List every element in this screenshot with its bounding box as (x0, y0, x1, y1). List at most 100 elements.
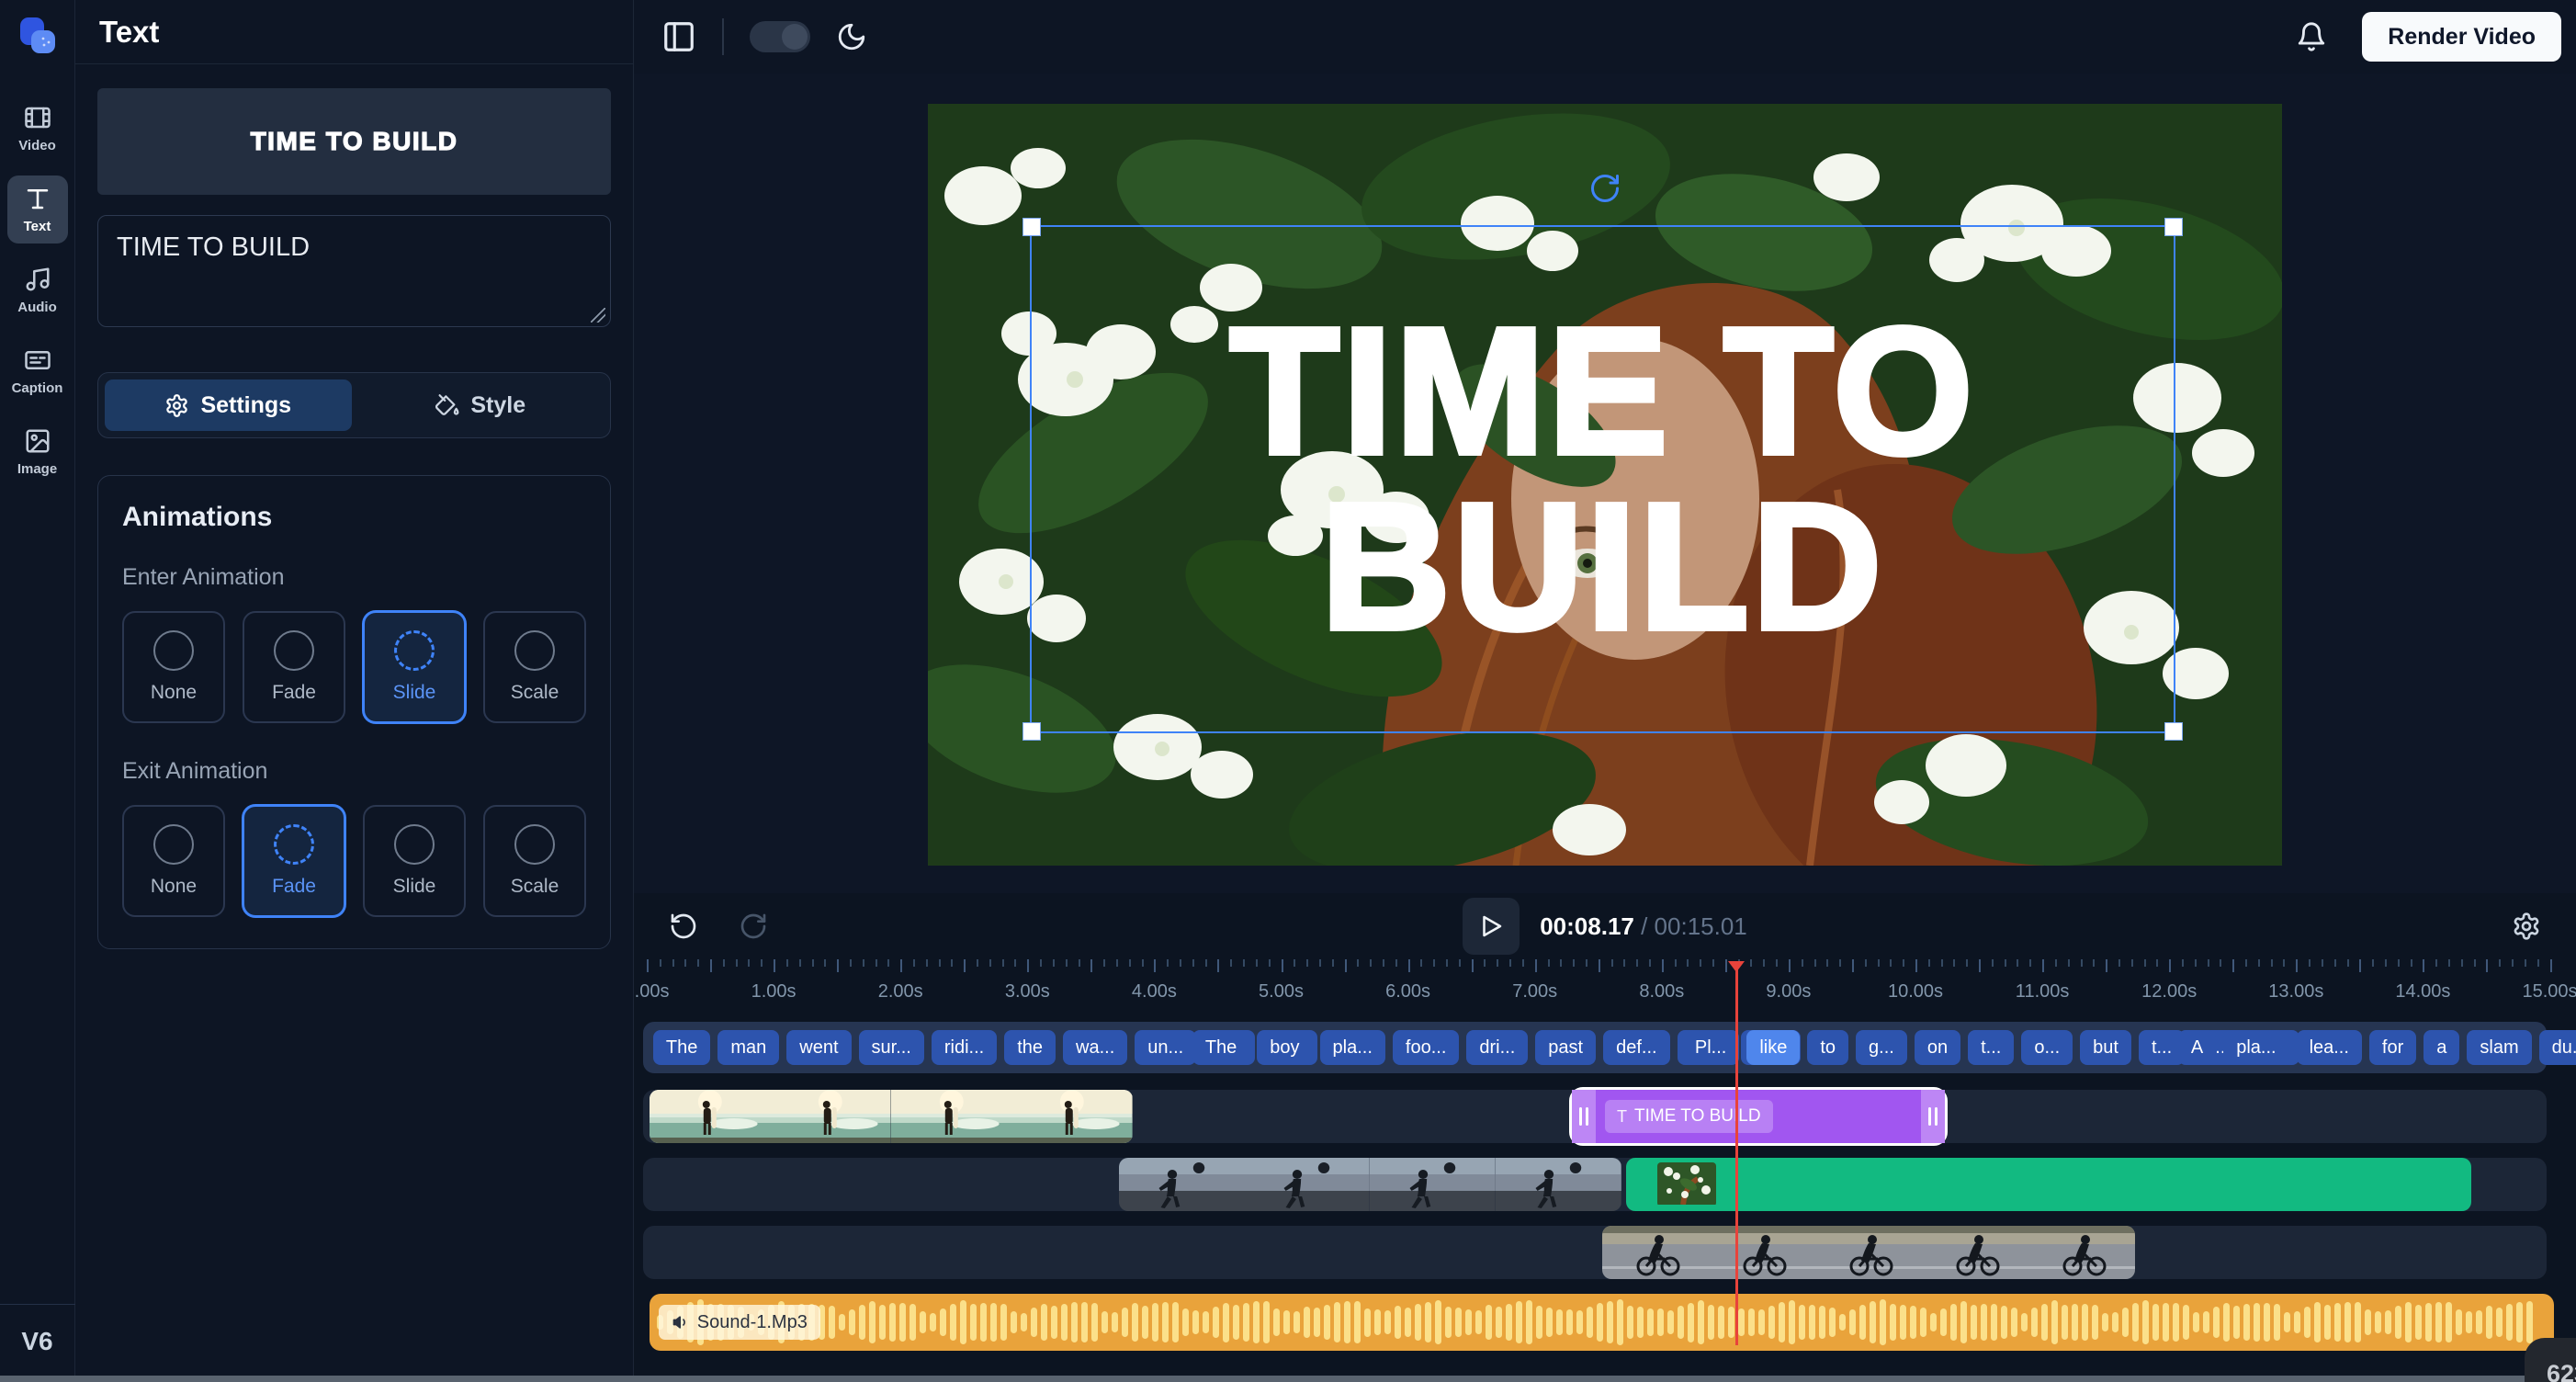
animation-option-scale[interactable]: Scale (483, 805, 586, 917)
tab-style[interactable]: Style (357, 379, 604, 431)
ruler-tick (1154, 959, 1156, 972)
caption-word-chip[interactable]: def... (1603, 1030, 1669, 1065)
video-clip-bike[interactable] (1602, 1226, 2135, 1279)
ruler-tick (1395, 959, 1397, 967)
caption-word-chip[interactable]: to (1807, 1030, 1848, 1065)
clip-thumbnail (1709, 1226, 1815, 1279)
ruler-tick (2106, 959, 2107, 972)
caption-word-chip[interactable]: for (2369, 1030, 2416, 1065)
ruler-tick (2411, 959, 2412, 967)
canvas-text-element[interactable]: TIME TO BUILD (1030, 225, 2175, 733)
play-button[interactable] (1463, 898, 1520, 955)
caption-word-chip[interactable]: foo... (1393, 1030, 1459, 1065)
ruler-tick (1269, 959, 1271, 967)
ruler-label: 13.00s (2268, 981, 2323, 1003)
caption-word-chip[interactable]: The (1192, 1030, 1249, 1065)
sidebar-item-audio[interactable]: Audio (7, 256, 68, 324)
ruler-tick (1560, 959, 1562, 967)
caption-word-chip[interactable]: A (2178, 1030, 2216, 1065)
ruler-tick (1992, 959, 1994, 967)
undo-icon[interactable] (669, 912, 698, 941)
ruler-tick (2081, 959, 2083, 967)
timeline-settings-gear-icon[interactable] (2512, 912, 2541, 941)
sidebar-item-video[interactable]: Video (7, 95, 68, 163)
caption-word-chip[interactable]: on (1915, 1030, 1960, 1065)
caption-word-chip[interactable]: pla... (2223, 1030, 2288, 1065)
caption-word-chip[interactable]: a (2423, 1030, 2459, 1065)
caption-word-chip[interactable]: du... (2539, 1030, 2576, 1065)
text-content-input[interactable]: TIME TO BUILD (97, 215, 611, 327)
clip-thumbnail (1496, 1158, 1621, 1211)
theme-toggle[interactable] (750, 21, 810, 52)
caption-word-chip[interactable]: past (1535, 1030, 1596, 1065)
caption-word-chip[interactable]: o... (2021, 1030, 2073, 1065)
animation-option-fade[interactable]: Fade (243, 805, 345, 917)
caption-word-chip[interactable]: un... (1135, 1030, 1196, 1065)
caption-word-chip[interactable]: Pl... (1682, 1030, 1739, 1065)
sidebar-item-image[interactable]: Image (7, 418, 68, 486)
caption-word-chip[interactable]: lea... (2297, 1030, 2362, 1065)
corner-badge[interactable]: 623 (2525, 1338, 2576, 1382)
resize-handle-top-right[interactable] (2164, 218, 2183, 236)
play-icon (1477, 912, 1505, 940)
animation-option-slide[interactable]: Slide (363, 611, 466, 723)
caption-word-chip[interactable]: man (717, 1030, 779, 1065)
text-clip-time-to-build[interactable]: TTIME TO BUILD (1569, 1087, 1948, 1146)
timeline-ruler[interactable]: 0.00s1.00s2.00s3.00s4.00s5.00s6.00s7.00s… (643, 959, 2547, 1013)
panel-toggle-icon[interactable] (661, 19, 696, 54)
clip-thumbnail (1657, 1162, 1716, 1206)
sidebar-item-caption[interactable]: Caption (7, 337, 68, 405)
caption-word-chip[interactable]: g... (1856, 1030, 1907, 1065)
rotate-icon[interactable] (1588, 172, 1621, 205)
ruler-tick (1535, 959, 1537, 972)
caption-word-chip[interactable]: slam (2467, 1030, 2531, 1065)
redo-icon[interactable] (739, 912, 768, 941)
trim-handle-right[interactable] (1921, 1090, 1945, 1143)
app-logo-icon[interactable] (16, 15, 60, 63)
ruler-tick (786, 959, 788, 967)
caption-word-chip[interactable]: sur... (859, 1030, 924, 1065)
caption-word-chip[interactable]: ridi... (932, 1030, 997, 1065)
ruler-tick (1243, 959, 1245, 967)
horizontal-scrollbar[interactable] (0, 1376, 2576, 1382)
caption-word-chip[interactable]: dri... (1466, 1030, 1528, 1065)
playhead[interactable] (1735, 961, 1738, 1345)
sidebar-item-text[interactable]: Text (7, 176, 68, 244)
video-clip-soccer[interactable] (1119, 1158, 1621, 1211)
animation-option-none[interactable]: None (122, 805, 225, 917)
ruler-tick (2474, 959, 2476, 967)
caption-word-chip[interactable]: like (1746, 1030, 1800, 1065)
tab-settings[interactable]: Settings (105, 379, 352, 431)
caption-word-chip[interactable]: went (786, 1030, 851, 1065)
ruler-tick (1167, 959, 1169, 967)
canvas-text-line: BUILD (1321, 480, 1885, 654)
caption-word-chip[interactable]: t... (1968, 1030, 2014, 1065)
caption-word-chip[interactable]: The (653, 1030, 710, 1065)
animation-option-slide[interactable]: Slide (363, 805, 466, 917)
caption-word-chip[interactable]: the (1004, 1030, 1056, 1065)
ruler-tick (989, 959, 991, 967)
resize-handle-top-left[interactable] (1022, 218, 1041, 236)
animation-option-fade[interactable]: Fade (243, 611, 345, 723)
render-video-button[interactable]: Render Video (2362, 12, 2561, 62)
animation-preview-circle-icon (153, 824, 194, 865)
video-preview[interactable]: TIME TO BUILD (928, 104, 2282, 866)
bell-icon[interactable] (2296, 21, 2327, 52)
clip-thumbnail (1370, 1158, 1496, 1211)
caption-word-chip[interactable]: but (2080, 1030, 2131, 1065)
resize-handle-icon[interactable] (591, 308, 605, 323)
ruler-tick (2005, 959, 2006, 967)
ruler-tick (1484, 959, 1486, 967)
video-clip-green[interactable] (1626, 1158, 2471, 1211)
animation-option-scale[interactable]: Scale (483, 611, 586, 723)
video-clip-surf[interactable] (650, 1090, 1133, 1143)
caption-word-chip[interactable]: boy (1257, 1030, 1312, 1065)
caption-word-chip[interactable]: pla... (1320, 1030, 1385, 1065)
resize-handle-bottom-right[interactable] (2164, 722, 2183, 741)
animation-option-none[interactable]: None (122, 611, 225, 723)
text-style-preview[interactable]: TIME TO BUILD (97, 88, 611, 195)
caption-word-chip[interactable]: wa... (1063, 1030, 1127, 1065)
resize-handle-bottom-left[interactable] (1022, 722, 1041, 741)
trim-handle-left[interactable] (1572, 1090, 1596, 1143)
audio-clip[interactable]: Sound-1.Mp3 (650, 1294, 2554, 1351)
